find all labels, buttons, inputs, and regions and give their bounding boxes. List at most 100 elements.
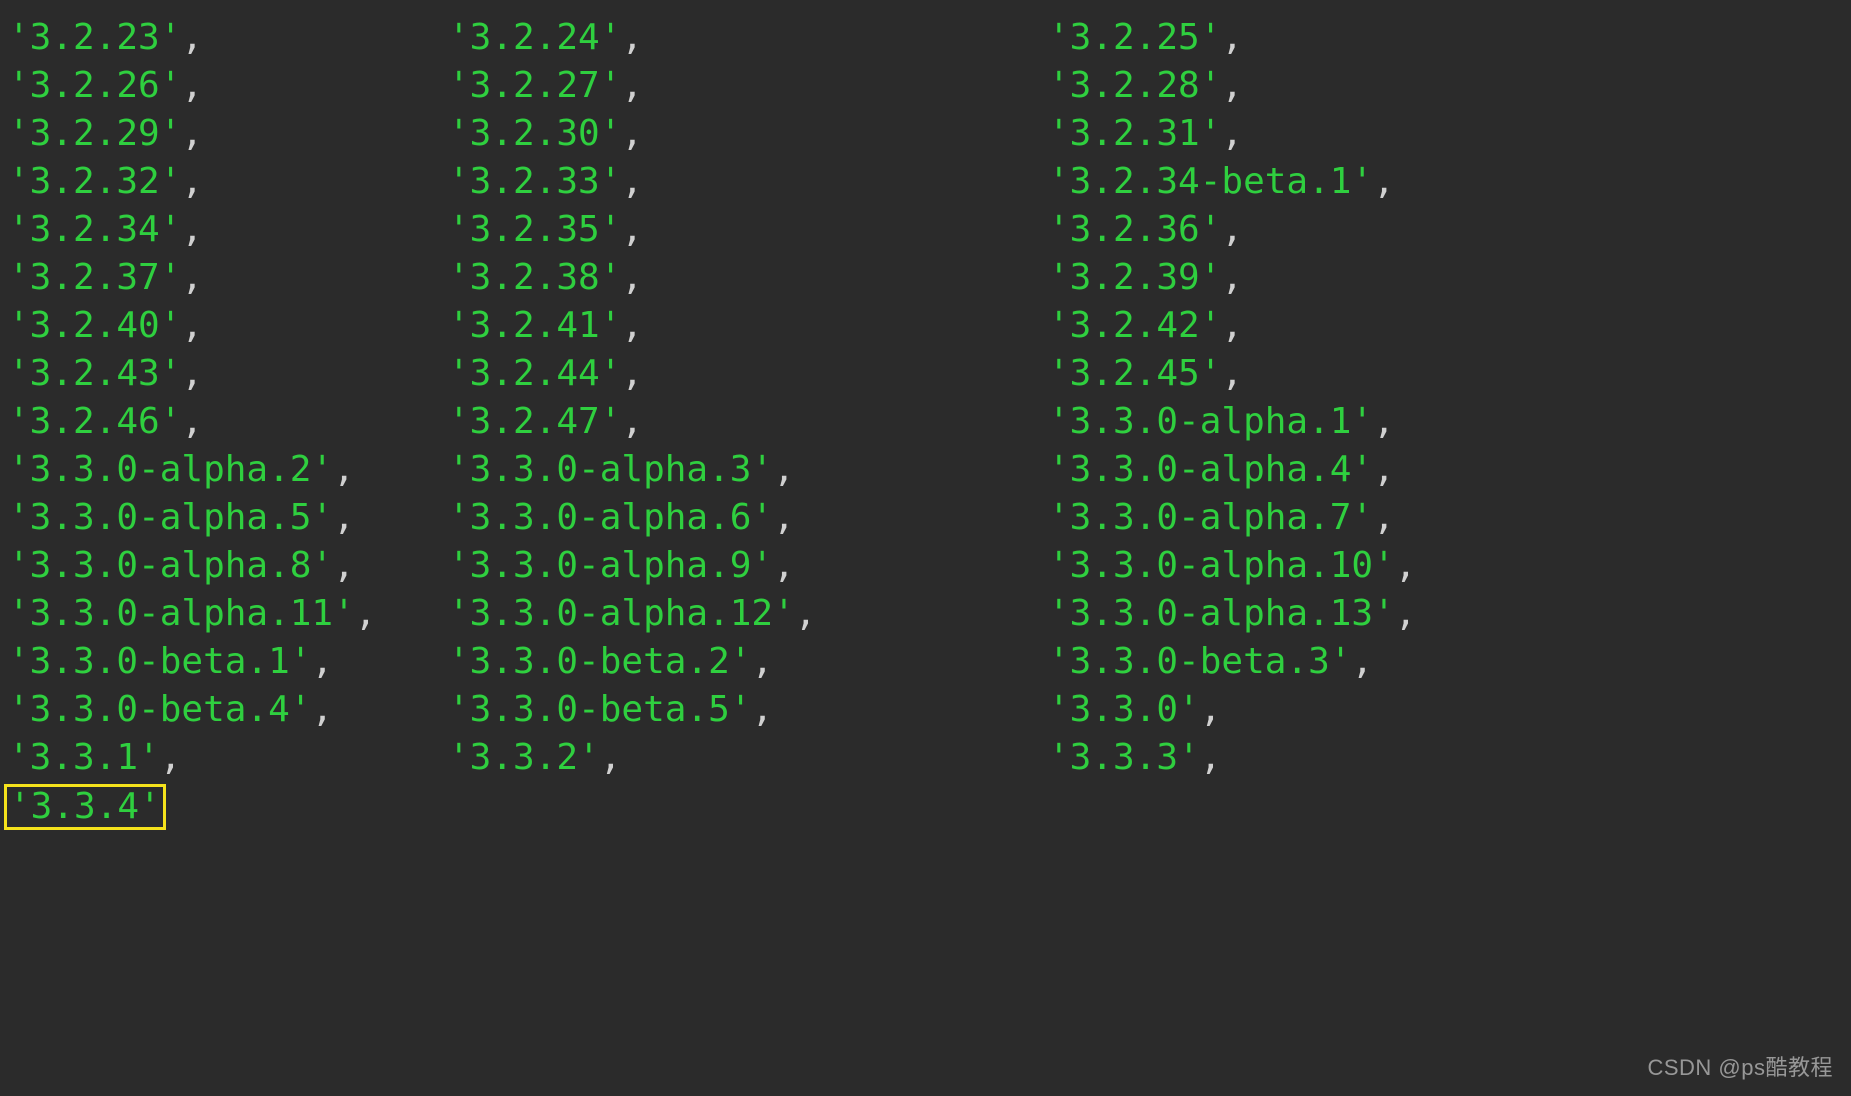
version-cell: '3.3.1',: [8, 734, 448, 782]
version-row: '3.3.0-alpha.5','3.3.0-alpha.6', '3.3.0-a…: [8, 494, 1851, 542]
comma: ,: [181, 401, 203, 442]
version-cell: '3.2.41',: [448, 302, 1048, 350]
version-row: '3.2.23','3.2.24','3.2.25',: [8, 14, 1851, 62]
version-row: '3.3.0-beta.1','3.3.0-beta.2','3.3.0-bet…: [8, 638, 1851, 686]
version-string: '3.3.0-alpha.5': [8, 497, 333, 538]
comma: ,: [1200, 737, 1222, 778]
version-row: '3.2.37','3.2.38','3.2.39',: [8, 254, 1851, 302]
version-string: '3.2.39': [1048, 257, 1221, 298]
version-string: '3.2.45': [1048, 353, 1221, 394]
version-cell: '3.3.0-alpha.9',: [448, 542, 1048, 590]
comma: ,: [333, 449, 355, 490]
version-cell: '3.3.0-alpha.12',: [448, 590, 1048, 638]
version-string: '3.2.33': [448, 161, 621, 202]
comma: ,: [181, 161, 203, 202]
comma: ,: [621, 17, 643, 58]
comma: ,: [1373, 449, 1395, 490]
version-cell: '3.3.3',: [1048, 734, 1221, 782]
comma: ,: [1221, 257, 1243, 298]
comma: ,: [1395, 593, 1417, 634]
comma: ,: [773, 497, 795, 538]
version-string: '3.3.0-alpha.12': [448, 593, 795, 634]
version-cell: '3.3.0-beta.4',: [8, 686, 448, 734]
comma: ,: [181, 65, 203, 106]
comma: ,: [773, 449, 795, 490]
version-cell: '3.2.24',: [448, 14, 1048, 62]
version-cell: '3.2.27',: [448, 62, 1048, 110]
version-string: '3.2.43': [8, 353, 181, 394]
comma: ,: [600, 737, 622, 778]
comma: ,: [621, 401, 643, 442]
version-string: '3.3.0-alpha.7': [1048, 497, 1373, 538]
version-string: '3.3.0-alpha.3': [448, 449, 773, 490]
version-row: '3.2.43','3.2.44','3.2.45',: [8, 350, 1851, 398]
comma: ,: [1351, 641, 1373, 682]
version-row: '3.2.29','3.2.30','3.2.31',: [8, 110, 1851, 158]
version-cell: '3.2.34',: [8, 206, 448, 254]
version-string: '3.3.1': [8, 737, 160, 778]
version-cell: '3.2.40',: [8, 302, 448, 350]
version-row-last: '3.3.4': [8, 782, 1851, 831]
version-cell: '3.3.0-alpha.5',: [8, 494, 448, 542]
version-string: '3.3.0-alpha.8': [8, 545, 333, 586]
version-string: '3.3.0-alpha.2': [8, 449, 333, 490]
comma: ,: [1395, 545, 1417, 586]
version-string: '3.2.46': [8, 401, 181, 442]
version-string: '3.3.4': [9, 786, 161, 827]
version-string: '3.2.40': [8, 305, 181, 346]
comma: ,: [181, 305, 203, 346]
version-string: '3.2.37': [8, 257, 181, 298]
version-string: '3.3.0-alpha.6': [448, 497, 773, 538]
version-cell: '3.2.44',: [448, 350, 1048, 398]
version-string: '3.3.0-beta.1': [8, 641, 311, 682]
version-string: '3.3.0-alpha.13': [1048, 593, 1395, 634]
version-cell: '3.2.39',: [1048, 254, 1243, 302]
version-cell: '3.2.32',: [8, 158, 448, 206]
comma: ,: [311, 641, 333, 682]
version-string: '3.3.0-beta.4': [8, 689, 311, 730]
version-cell: '3.3.0-beta.2',: [448, 638, 1048, 686]
comma: ,: [621, 305, 643, 346]
version-string: '3.2.44': [448, 353, 621, 394]
version-cell: '3.2.30',: [448, 110, 1048, 158]
comma: ,: [355, 593, 377, 634]
version-cell: '3.3.0-alpha.4',: [1048, 446, 1395, 494]
comma: ,: [751, 641, 773, 682]
version-row: '3.3.0-alpha.2','3.3.0-alpha.3','3.3.0-a…: [8, 446, 1851, 494]
version-cell: '3.2.33',: [448, 158, 1048, 206]
comma: ,: [795, 593, 817, 634]
version-cell: '3.2.36',: [1048, 206, 1243, 254]
version-cell: '3.3.0',: [1048, 686, 1221, 734]
version-string: '3.3.0-alpha.11': [8, 593, 355, 634]
version-cell: '3.3.0-alpha.13',: [1048, 590, 1416, 638]
comma: ,: [621, 353, 643, 394]
version-cell: '3.3.4': [8, 782, 448, 831]
version-cell: '3.3.0-alpha.3',: [448, 446, 1048, 494]
version-cell: '3.3.0-alpha.11',: [8, 590, 448, 638]
version-cell: '3.2.42',: [1048, 302, 1243, 350]
terminal-output: '3.2.23','3.2.24','3.2.25','3.2.26','3.2…: [0, 0, 1851, 831]
version-row: '3.3.0-alpha.8', '3.3.0-alpha.9','3.3.0-a…: [8, 542, 1851, 590]
comma: ,: [751, 689, 773, 730]
version-cell: '3.2.25',: [1048, 14, 1243, 62]
version-row: '3.3.0-beta.4','3.3.0-beta.5','3.3.0',: [8, 686, 1851, 734]
version-string: '3.2.29': [8, 113, 181, 154]
version-row: '3.2.34','3.2.35','3.2.36',: [8, 206, 1851, 254]
highlighted-version: '3.3.4': [4, 784, 166, 830]
version-string: '3.3.0-alpha.1': [1048, 401, 1373, 442]
comma: ,: [1221, 209, 1243, 250]
version-string: '3.3.0-alpha.9': [448, 545, 773, 586]
comma: ,: [181, 257, 203, 298]
version-string: '3.2.36': [1048, 209, 1221, 250]
version-cell: '3.2.46',: [8, 398, 448, 446]
comma: ,: [1221, 17, 1243, 58]
version-cell: '3.2.37',: [8, 254, 448, 302]
version-string: '3.3.0': [1048, 689, 1200, 730]
version-cell: '3.2.28',: [1048, 62, 1243, 110]
comma: ,: [311, 689, 333, 730]
version-cell: '3.3.0-beta.5',: [448, 686, 1048, 734]
version-cell: '3.3.0-beta.1',: [8, 638, 448, 686]
version-string: '3.2.28': [1048, 65, 1221, 106]
version-row: '3.3.0-alpha.11','3.3.0-alpha.12','3.3.0…: [8, 590, 1851, 638]
comma: ,: [160, 737, 182, 778]
